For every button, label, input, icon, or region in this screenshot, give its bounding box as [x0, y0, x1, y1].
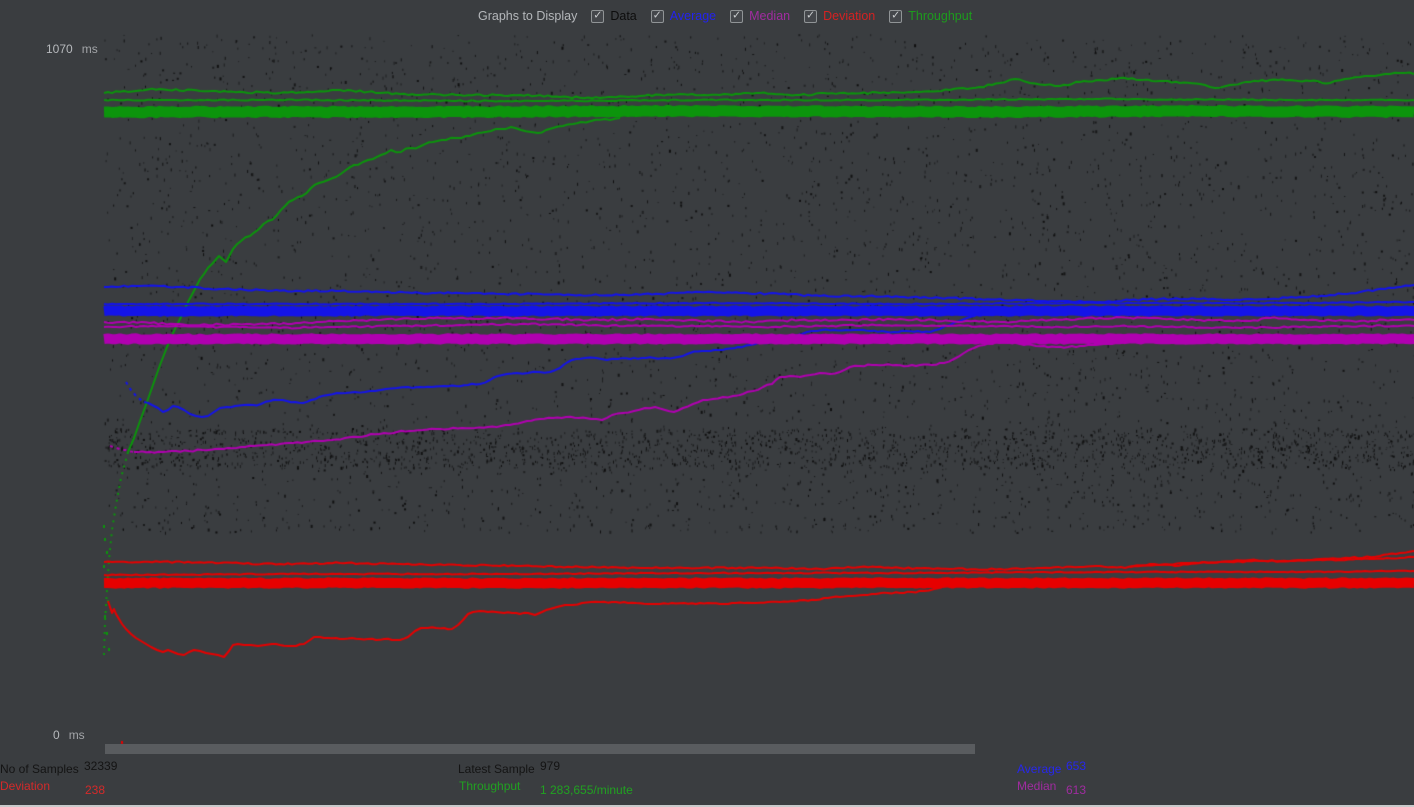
- y-axis-min-label: 0 ms: [53, 728, 85, 742]
- checkbox-median[interactable]: ✓ Median: [730, 9, 790, 23]
- throughput-checkbox-label: Throughput: [908, 9, 972, 23]
- average-checkbox-box[interactable]: ✓: [651, 10, 664, 23]
- graph-results-window: Graphs to Display ✓ Data ✓ Average ✓ Med…: [0, 0, 1414, 807]
- checkbox-throughput[interactable]: ✓ Throughput: [889, 9, 972, 23]
- y-axis-unit: ms: [82, 42, 98, 56]
- median-checkbox-box[interactable]: ✓: [730, 10, 743, 23]
- deviation-checkbox-box[interactable]: ✓: [804, 10, 817, 23]
- graph-plot-area: [0, 0, 1414, 807]
- latest-sample-label: Latest Sample: [458, 762, 535, 776]
- latest-sample-value: 979: [540, 759, 560, 773]
- horizontal-scrollbar-thumb[interactable]: [105, 744, 975, 754]
- no-of-samples-value: 32339: [84, 759, 117, 773]
- y-axis-min-value: 0: [53, 728, 60, 742]
- y-axis-unit: ms: [69, 728, 85, 742]
- average-checkbox-label: Average: [670, 9, 716, 23]
- check-icon: ✓: [891, 10, 900, 21]
- checkbox-deviation[interactable]: ✓ Deviation: [804, 9, 875, 23]
- graphs-to-display-label: Graphs to Display: [478, 9, 577, 23]
- checkbox-data[interactable]: ✓ Data: [591, 9, 636, 23]
- deviation-checkbox-label: Deviation: [823, 9, 875, 23]
- horizontal-scrollbar-track[interactable]: [105, 744, 1414, 754]
- deviation-label: Deviation: [0, 779, 50, 793]
- y-axis-max-label: 1070 ms: [46, 42, 98, 56]
- deviation-value: 238: [85, 783, 105, 797]
- median-checkbox-label: Median: [749, 9, 790, 23]
- check-icon: ✓: [593, 10, 602, 21]
- average-value: 653: [1066, 759, 1086, 773]
- median-value: 613: [1066, 783, 1086, 797]
- data-checkbox-box[interactable]: ✓: [591, 10, 604, 23]
- checkbox-average[interactable]: ✓ Average: [651, 9, 716, 23]
- check-icon: ✓: [806, 10, 815, 21]
- median-label: Median: [1017, 779, 1056, 793]
- throughput-label: Throughput: [459, 779, 520, 793]
- data-checkbox-label: Data: [610, 9, 636, 23]
- no-of-samples-label: No of Samples: [0, 762, 79, 776]
- graphs-to-display-bar: Graphs to Display ✓ Data ✓ Average ✓ Med…: [478, 5, 972, 27]
- check-icon: ✓: [653, 10, 662, 21]
- y-axis-max-value: 1070: [46, 42, 73, 56]
- average-label: Average: [1017, 762, 1061, 776]
- check-icon: ✓: [732, 10, 741, 21]
- throughput-value: 1 283,655/minute: [540, 783, 633, 797]
- throughput-checkbox-box[interactable]: ✓: [889, 10, 902, 23]
